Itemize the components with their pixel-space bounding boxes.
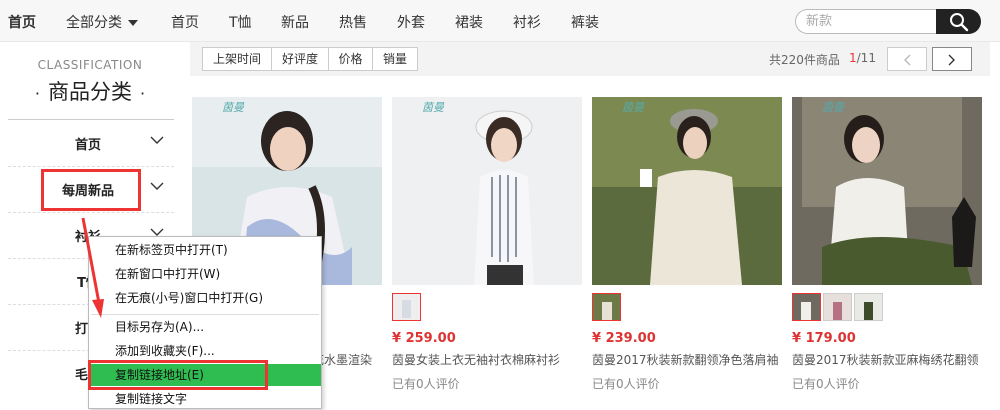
color-thumbnail[interactable]: [854, 293, 883, 321]
next-page-button[interactable]: [932, 47, 972, 71]
sidebar-title: · 商品分类 ·: [0, 76, 180, 106]
nav-all-categories-label: 全部分类: [66, 15, 122, 31]
product-name[interactable]: 茵曼2017秋装新款亚麻梅绣花翻领: [792, 351, 982, 368]
thumbnail-image: [393, 294, 420, 320]
page-current: 1: [849, 51, 857, 65]
search-box: [795, 9, 981, 34]
search-input[interactable]: [795, 9, 945, 34]
nav-tshirt[interactable]: T恤: [229, 12, 252, 32]
thumbnail-image: [793, 294, 820, 320]
title-dot-right: ·: [140, 83, 146, 103]
sidebar-item-label: 首页: [74, 138, 101, 153]
menu-item-add-favorite[interactable]: 添加到收藏夹(F)...: [89, 340, 321, 362]
color-thumbnail[interactable]: [823, 293, 852, 321]
chevron-left-icon: [904, 54, 911, 66]
nav-new[interactable]: 新品: [281, 12, 309, 32]
brand-watermark: 茵曼: [422, 101, 444, 114]
menu-item-open-new-tab[interactable]: 在新标签页中打开(T): [89, 239, 321, 261]
brand-watermark: 茵曼: [622, 101, 644, 114]
product-photo[interactable]: 茵曼: [392, 97, 582, 285]
page-total: /11: [856, 51, 876, 65]
product-reviews: 已有0人评价: [792, 377, 860, 391]
sort-toolbar: 上架时间 好评度 价格 销量 共220件商品 1/11: [190, 42, 990, 76]
chevron-down-icon: [150, 182, 164, 190]
total-count: 共220件商品: [769, 53, 840, 67]
search-button[interactable]: [936, 9, 981, 34]
brand-watermark: 茵曼: [222, 101, 244, 114]
color-thumbnail[interactable]: [392, 293, 421, 321]
menu-item-open-incognito[interactable]: 在无痕(小号)窗口中打开(G): [89, 287, 321, 309]
menu-item-save-target[interactable]: 目标另存为(A)...: [89, 316, 321, 338]
title-dot-left: ·: [34, 83, 40, 103]
product-price: ¥ 239.00: [592, 331, 656, 346]
product-reviews: 已有0人评价: [392, 377, 460, 391]
sort-by-price-button[interactable]: 价格: [328, 47, 373, 71]
color-thumbnail[interactable]: [592, 293, 621, 321]
chevron-down-icon: [150, 136, 164, 144]
nav-coats[interactable]: 外套: [397, 12, 425, 32]
brand-watermark: 茵曼: [822, 101, 844, 114]
product-name[interactable]: 茵曼女装上衣无袖衬衣棉麻衬衫: [392, 351, 582, 368]
caret-down-icon: [128, 20, 138, 26]
product-photo[interactable]: 茵曼: [792, 97, 982, 285]
annotation-highlight-box: [88, 360, 268, 390]
thumbnail-image: [855, 294, 882, 320]
model-photo-image: [392, 97, 582, 285]
menu-separator: [91, 314, 319, 315]
nav-hot[interactable]: 热售: [339, 12, 367, 32]
product-reviews: 已有0人评价: [592, 377, 660, 391]
search-icon: [950, 13, 969, 32]
sort-by-rating-button[interactable]: 好评度: [271, 47, 329, 71]
menu-item-copy-link-text[interactable]: 复制链接文字: [89, 388, 321, 410]
sidebar-item-home[interactable]: 首页: [8, 120, 174, 166]
product-name[interactable]: 花水墨渲染: [312, 351, 382, 368]
nav-pants[interactable]: 裤装: [571, 12, 599, 32]
nav-home[interactable]: 首页: [171, 12, 199, 32]
sort-by-sales-button[interactable]: 销量: [372, 47, 418, 71]
nav-skirts[interactable]: 裙装: [455, 12, 483, 32]
nav-shirts[interactable]: 衬衫: [513, 12, 541, 32]
sidebar-english-title: CLASSIFICATION: [37, 58, 143, 72]
prev-page-button[interactable]: [887, 47, 927, 71]
product-price: ¥ 179.00: [792, 331, 856, 346]
top-navigation: 首页 全部分类 首页 T恤 新品 热售 外套 裙装 衬衫 裤装: [0, 0, 1000, 42]
product-name[interactable]: 茵曼2017秋装新款翻领净色落肩袖: [592, 351, 782, 368]
thumbnail-image: [593, 294, 620, 320]
color-thumbnail[interactable]: [792, 293, 821, 321]
nav-all-categories[interactable]: 全部分类: [66, 12, 138, 32]
model-photo-image: [792, 97, 982, 285]
menu-item-open-new-window[interactable]: 在新窗口中打开(W): [89, 263, 321, 285]
model-photo-image: [592, 97, 782, 285]
thumbnail-image: [824, 294, 851, 320]
annotation-highlight-box: [41, 169, 141, 211]
product-price: ¥ 259.00: [392, 331, 456, 346]
nav-home-logo[interactable]: 首页: [8, 12, 36, 32]
product-photo[interactable]: 茵曼: [592, 97, 782, 285]
chevron-right-icon: [948, 54, 955, 66]
sort-by-date-button[interactable]: 上架时间: [202, 47, 272, 71]
page-indicator: 1/11: [849, 51, 876, 65]
sidebar-title-text: 商品分类: [48, 80, 132, 104]
